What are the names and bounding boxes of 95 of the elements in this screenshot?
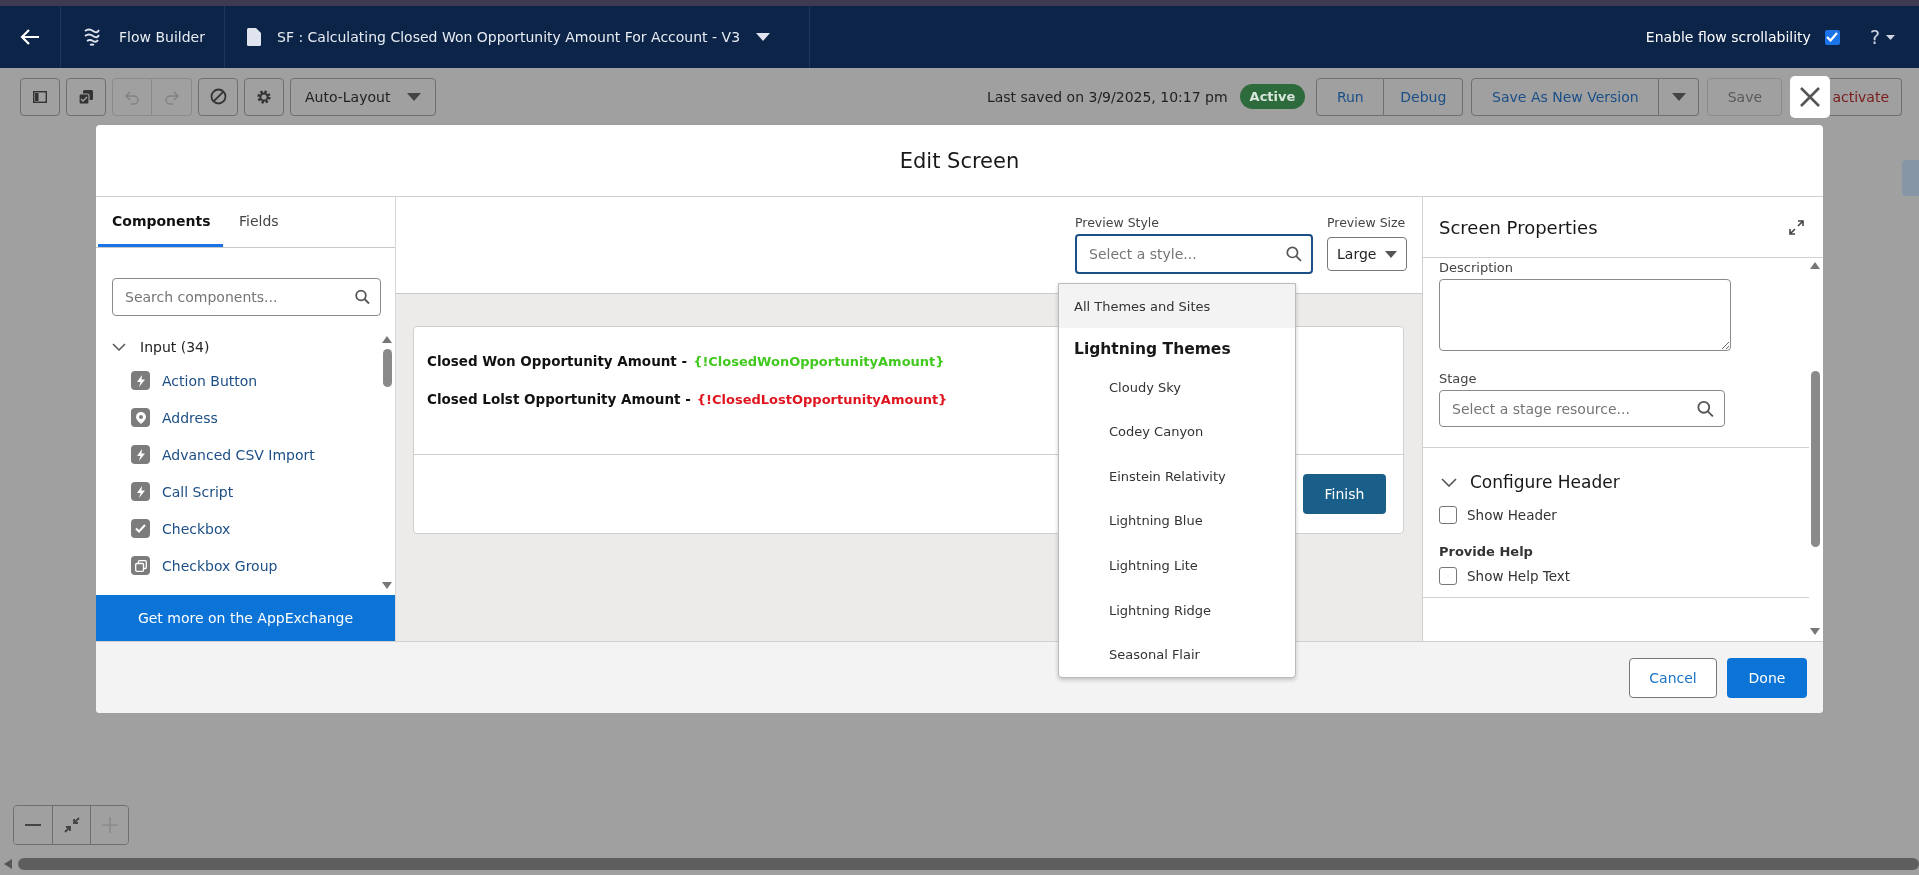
scroll-toggle-label: Enable flow scrollability — [1645, 29, 1811, 45]
ban-icon — [209, 88, 227, 105]
dialog-title: Edit Screen — [899, 148, 1020, 173]
lightning-icon — [131, 371, 150, 390]
checkbox-label: Show Help Text — [1467, 568, 1571, 584]
checkbox-label: Show Header — [1467, 507, 1557, 523]
close-button[interactable] — [1790, 75, 1831, 118]
preview-size-select[interactable]: Large — [1327, 237, 1407, 271]
copy-icon — [78, 88, 94, 105]
section-heading[interactable]: Configure Header — [1470, 472, 1620, 492]
menu-option[interactable]: Einstein Relativity — [1059, 454, 1295, 499]
done-button[interactable]: Done — [1727, 657, 1807, 698]
caret-icon — [407, 92, 421, 101]
preview-style-field[interactable]: Select a style... — [1075, 234, 1313, 274]
menu-option[interactable]: Seasonal Flair — [1059, 632, 1295, 677]
last-saved-text: Last saved on 3/9/2025, 10:17 pm — [986, 88, 1228, 105]
minus-icon — [25, 824, 41, 826]
app-name: Flow Builder — [119, 29, 205, 45]
undo-icon — [124, 88, 140, 105]
component-item[interactable]: Checkbox Group — [162, 557, 278, 574]
chevron-icon[interactable] — [112, 343, 126, 351]
merge-field-variable: {!ClosedLostOpportunityAmount} — [696, 392, 948, 407]
stage-search-field[interactable]: Select a stage resource... — [1439, 390, 1725, 427]
component-item[interactable]: Call Script — [162, 483, 234, 500]
cancel-button[interactable]: Cancel — [1629, 657, 1717, 698]
settings-icon — [256, 88, 272, 105]
expand-icon[interactable] — [1789, 219, 1804, 235]
checkbox[interactable] — [1439, 567, 1457, 585]
menu-option[interactable]: Lightning Blue — [1059, 498, 1295, 544]
search-icon — [355, 289, 370, 305]
menu-group-heading: Lightning Themes — [1073, 339, 1232, 361]
amount-label: Closed Lolst Opportunity Amount - — [427, 391, 691, 407]
menu-option[interactable]: Cloudy Sky — [1059, 364, 1295, 410]
menu-option[interactable]: Lightning Ridge — [1059, 587, 1295, 633]
appexchange-link[interactable]: Get more on the AppExchange — [96, 595, 395, 641]
field-label: Description — [1438, 260, 1515, 275]
group-label[interactable]: Input (34) — [140, 339, 210, 355]
scrollbar-thumb[interactable] — [18, 858, 1919, 870]
scroll-down-arrow-icon[interactable] — [382, 582, 392, 589]
menu-option[interactable]: Lightning Lite — [1059, 543, 1295, 588]
sidebar-icon — [33, 90, 47, 103]
component-item[interactable]: Address — [162, 409, 218, 426]
panel-tab[interactable]: Components — [98, 197, 223, 247]
layout-select[interactable]: Auto-Layout — [290, 77, 436, 116]
field-label: Preview Style — [1075, 215, 1161, 230]
ban-button[interactable] — [198, 77, 238, 116]
panel-toggle-button[interactable] — [20, 77, 60, 116]
location-pin-icon — [131, 408, 150, 427]
caret-icon[interactable] — [756, 33, 771, 41]
copy-button[interactable] — [66, 77, 106, 116]
search-icon — [1697, 400, 1714, 417]
scroll-up-arrow-icon[interactable] — [382, 336, 392, 343]
chevron-icon[interactable] — [1441, 477, 1457, 487]
amount-label: Closed Won Opportunity Amount - — [427, 353, 688, 369]
flow-icon — [83, 27, 101, 47]
settings-button[interactable] — [244, 77, 284, 116]
scroll-left-arrow-icon[interactable] — [4, 859, 12, 869]
menu-option[interactable]: All Themes and Sites — [1059, 284, 1295, 328]
component-item[interactable]: Checkbox — [162, 520, 231, 537]
scroll-checkbox[interactable] — [1824, 29, 1840, 45]
help-menu[interactable]: ? — [1869, 26, 1895, 48]
redo-icon — [163, 88, 180, 105]
lightning-icon — [131, 445, 150, 464]
checkbox-icon — [131, 519, 150, 538]
caret-icon — [1671, 92, 1686, 101]
field-label: Preview Size — [1327, 215, 1407, 230]
field-label: Stage — [1438, 371, 1478, 386]
menu-option[interactable]: Codey Canyon — [1059, 409, 1295, 455]
save-options-button[interactable] — [1659, 77, 1700, 116]
caret-icon — [1886, 34, 1895, 40]
scrollbar-thumb[interactable] — [1810, 371, 1820, 547]
scrollbar-thumb[interactable] — [382, 349, 392, 387]
checkbox[interactable] — [1439, 506, 1457, 524]
panel-title: Screen Properties — [1439, 216, 1598, 238]
subsection-heading: Provide Help — [1439, 544, 1534, 559]
collapse-arrows-icon — [63, 817, 80, 833]
search-icon — [1286, 246, 1302, 262]
flow-title: SF : Calculating Closed Won Opportunity Amount For Account - V3 — [277, 29, 741, 45]
merge-field-variable: {!ClosedWonOpportunityAmount} — [693, 354, 945, 369]
component-item[interactable]: Advanced CSV Import — [162, 446, 315, 463]
document-icon — [247, 28, 261, 46]
caret-icon — [1385, 250, 1397, 258]
deactivate-button[interactable]: activate — [1830, 77, 1902, 116]
lightning-icon — [131, 482, 150, 501]
scroll-up-arrow-icon[interactable] — [1810, 262, 1820, 269]
close-icon — [1799, 85, 1822, 108]
status-badge: Active — [1239, 84, 1306, 109]
scroll-down-arrow-icon[interactable] — [1810, 628, 1820, 635]
checkbox-group-icon — [131, 556, 150, 575]
panel-tab[interactable]: Fields — [225, 197, 293, 247]
finish-button[interactable]: Finish — [1303, 474, 1386, 514]
back-arrow-icon[interactable] — [20, 28, 40, 46]
component-search-field[interactable]: Search components... — [112, 278, 381, 316]
description-textarea[interactable] — [1439, 279, 1731, 351]
component-item[interactable]: Action Button — [162, 372, 258, 389]
